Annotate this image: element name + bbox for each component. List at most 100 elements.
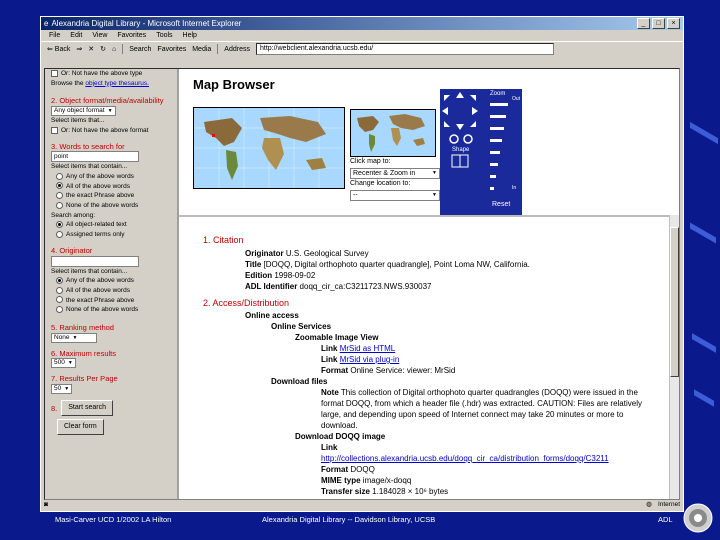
ranking-select[interactable]: None bbox=[51, 332, 97, 343]
zoom-level-bar[interactable] bbox=[490, 115, 506, 118]
mrsid-html-link[interactable]: MrSid as HTML bbox=[340, 344, 396, 353]
among-option-assigned[interactable]: Assigned terms only bbox=[51, 230, 177, 240]
radio[interactable] bbox=[56, 230, 63, 238]
section-format-heading: 2. Object format/media/availability bbox=[51, 96, 164, 106]
radio[interactable] bbox=[56, 277, 63, 285]
doqq-image-link[interactable]: http://collections.alexandria.ucsb.edu/d… bbox=[321, 454, 609, 463]
zoom-in-label: In bbox=[512, 185, 517, 191]
words-input[interactable]: point bbox=[51, 151, 139, 163]
home-icon[interactable]: ⌂ bbox=[112, 46, 116, 53]
address-input[interactable]: http://webclient.alexandria.ucsb.edu/ bbox=[255, 43, 554, 55]
radio[interactable] bbox=[56, 192, 63, 200]
click-map-select[interactable]: Recenter & Zoom in bbox=[350, 168, 440, 179]
footer-left: Masi-Carver UCD 1/2002 LA Hilton bbox=[55, 515, 172, 524]
originator-input[interactable] bbox=[51, 255, 139, 267]
words-option-all[interactable]: All of the above words bbox=[51, 182, 177, 192]
media-button[interactable]: Media bbox=[192, 46, 211, 53]
originator-option-none[interactable]: None of the above words bbox=[51, 305, 177, 315]
pan-southwest-icon[interactable] bbox=[444, 121, 450, 127]
ie-icon: e bbox=[44, 19, 49, 28]
radio[interactable] bbox=[56, 306, 63, 314]
search-form-pane: Or: Not have the above type Browse the o… bbox=[45, 69, 179, 499]
zoom-out-label: Out bbox=[512, 96, 521, 102]
not-format-checkbox-row[interactable]: Or: Not have the above format bbox=[51, 126, 177, 136]
zoom-level-bar[interactable] bbox=[490, 151, 500, 154]
overview-map[interactable] bbox=[350, 109, 436, 157]
originator-option-all[interactable]: All of the above words bbox=[51, 286, 177, 296]
section-per-page-heading: 7. Results Per Page bbox=[51, 374, 118, 384]
search-button[interactable]: Search bbox=[129, 46, 151, 53]
close-button[interactable]: × bbox=[667, 18, 680, 29]
toolbar-separator bbox=[217, 44, 219, 54]
words-option-phrase[interactable]: the exact Phrase above bbox=[51, 191, 177, 201]
maximize-button[interactable]: □ bbox=[652, 18, 665, 29]
radio[interactable] bbox=[56, 172, 63, 180]
address-label: Address bbox=[224, 45, 250, 53]
reset-button[interactable]: Reset bbox=[492, 201, 510, 208]
note-text-line: large, and depending upon speed of Inter… bbox=[321, 410, 624, 419]
back-button[interactable]: ⇐ Back bbox=[47, 45, 70, 53]
clear-form-button[interactable]: Clear form bbox=[57, 418, 104, 435]
mrsid-plugin-link[interactable]: MrSid via plug-in bbox=[340, 355, 400, 364]
words-option-any[interactable]: Any of the above words bbox=[51, 172, 177, 182]
refresh-icon[interactable]: ↻ bbox=[100, 45, 106, 53]
zoomable-view-label: Zoomable Image View bbox=[295, 333, 379, 342]
content-scrollbar[interactable] bbox=[669, 215, 679, 499]
zoom-level-bar[interactable] bbox=[490, 139, 502, 142]
not-type-checkbox-row[interactable]: Or: Not have the above type bbox=[51, 69, 177, 79]
pan-northeast-icon[interactable] bbox=[470, 95, 476, 101]
radio[interactable] bbox=[56, 182, 63, 190]
link-row-mrsid-html: Link MrSid as HTML bbox=[321, 344, 396, 353]
zoom-level-bar[interactable] bbox=[490, 127, 504, 130]
window-title: Alexandria Digital Library - Microsoft I… bbox=[51, 19, 242, 28]
pan-north-icon[interactable] bbox=[456, 92, 464, 98]
edition-row: Edition 1998-09-02 bbox=[245, 271, 316, 280]
per-page-select[interactable]: 50 bbox=[51, 384, 73, 395]
menu-favorites[interactable]: Favorites bbox=[117, 32, 146, 39]
map-browser-pane: Map Browser Click map to: Recenter & Zoo… bbox=[179, 69, 679, 499]
format-select[interactable]: Any object format bbox=[51, 106, 116, 117]
toolbar-separator bbox=[122, 44, 124, 54]
start-search-button[interactable]: Start search bbox=[61, 400, 114, 416]
menu-view[interactable]: View bbox=[92, 32, 107, 39]
checkbox[interactable] bbox=[51, 126, 58, 134]
minimize-button[interactable]: _ bbox=[637, 18, 650, 29]
thesaurus-link[interactable]: object type thesaurus. bbox=[85, 80, 149, 87]
pan-west-icon[interactable] bbox=[442, 107, 448, 115]
divider bbox=[179, 215, 679, 217]
pan-east-icon[interactable] bbox=[472, 107, 478, 115]
radio[interactable] bbox=[56, 296, 63, 304]
zoom-level-bar[interactable] bbox=[490, 103, 508, 106]
menu-tools[interactable]: Tools bbox=[156, 32, 172, 39]
favorites-button[interactable]: Favorites bbox=[157, 46, 186, 53]
max-results-select[interactable]: 500 bbox=[51, 358, 76, 369]
pan-southeast-icon[interactable] bbox=[470, 121, 476, 127]
pan-northwest-icon[interactable] bbox=[444, 95, 450, 101]
online-access-label: Online access bbox=[245, 311, 299, 320]
pan-pad bbox=[440, 89, 480, 169]
radio[interactable] bbox=[56, 286, 63, 294]
click-map-label: Click map to: bbox=[350, 158, 391, 165]
menu-edit[interactable]: Edit bbox=[70, 32, 82, 39]
radio[interactable] bbox=[56, 221, 63, 229]
zoom-level-bar[interactable] bbox=[490, 187, 494, 190]
zoom-level-bar[interactable] bbox=[490, 163, 498, 166]
stop-icon[interactable]: ✕ bbox=[88, 45, 94, 53]
zoom-in-magnifier-icon[interactable] bbox=[449, 134, 459, 144]
scrollbar-thumb[interactable] bbox=[670, 227, 679, 377]
originator-option-phrase[interactable]: the exact Phrase above bbox=[51, 296, 177, 306]
menu-file[interactable]: File bbox=[49, 32, 60, 39]
change-location-select[interactable]: -- bbox=[350, 190, 440, 201]
zoom-slider[interactable]: Zoom Out In bbox=[484, 91, 520, 197]
menu-help[interactable]: Help bbox=[183, 32, 197, 39]
radio[interactable] bbox=[56, 201, 63, 209]
originator-option-any[interactable]: Any of the above words bbox=[51, 276, 177, 286]
zoom-out-magnifier-icon[interactable] bbox=[463, 134, 473, 144]
world-map[interactable] bbox=[193, 107, 345, 189]
checkbox[interactable] bbox=[51, 69, 58, 77]
zoom-level-bar[interactable] bbox=[490, 175, 496, 178]
among-option-all-text[interactable]: All object-related text bbox=[51, 220, 177, 230]
forward-button[interactable]: ⇒ bbox=[76, 45, 82, 53]
pan-south-icon[interactable] bbox=[456, 124, 464, 130]
words-option-none[interactable]: None of the above words bbox=[51, 201, 177, 211]
